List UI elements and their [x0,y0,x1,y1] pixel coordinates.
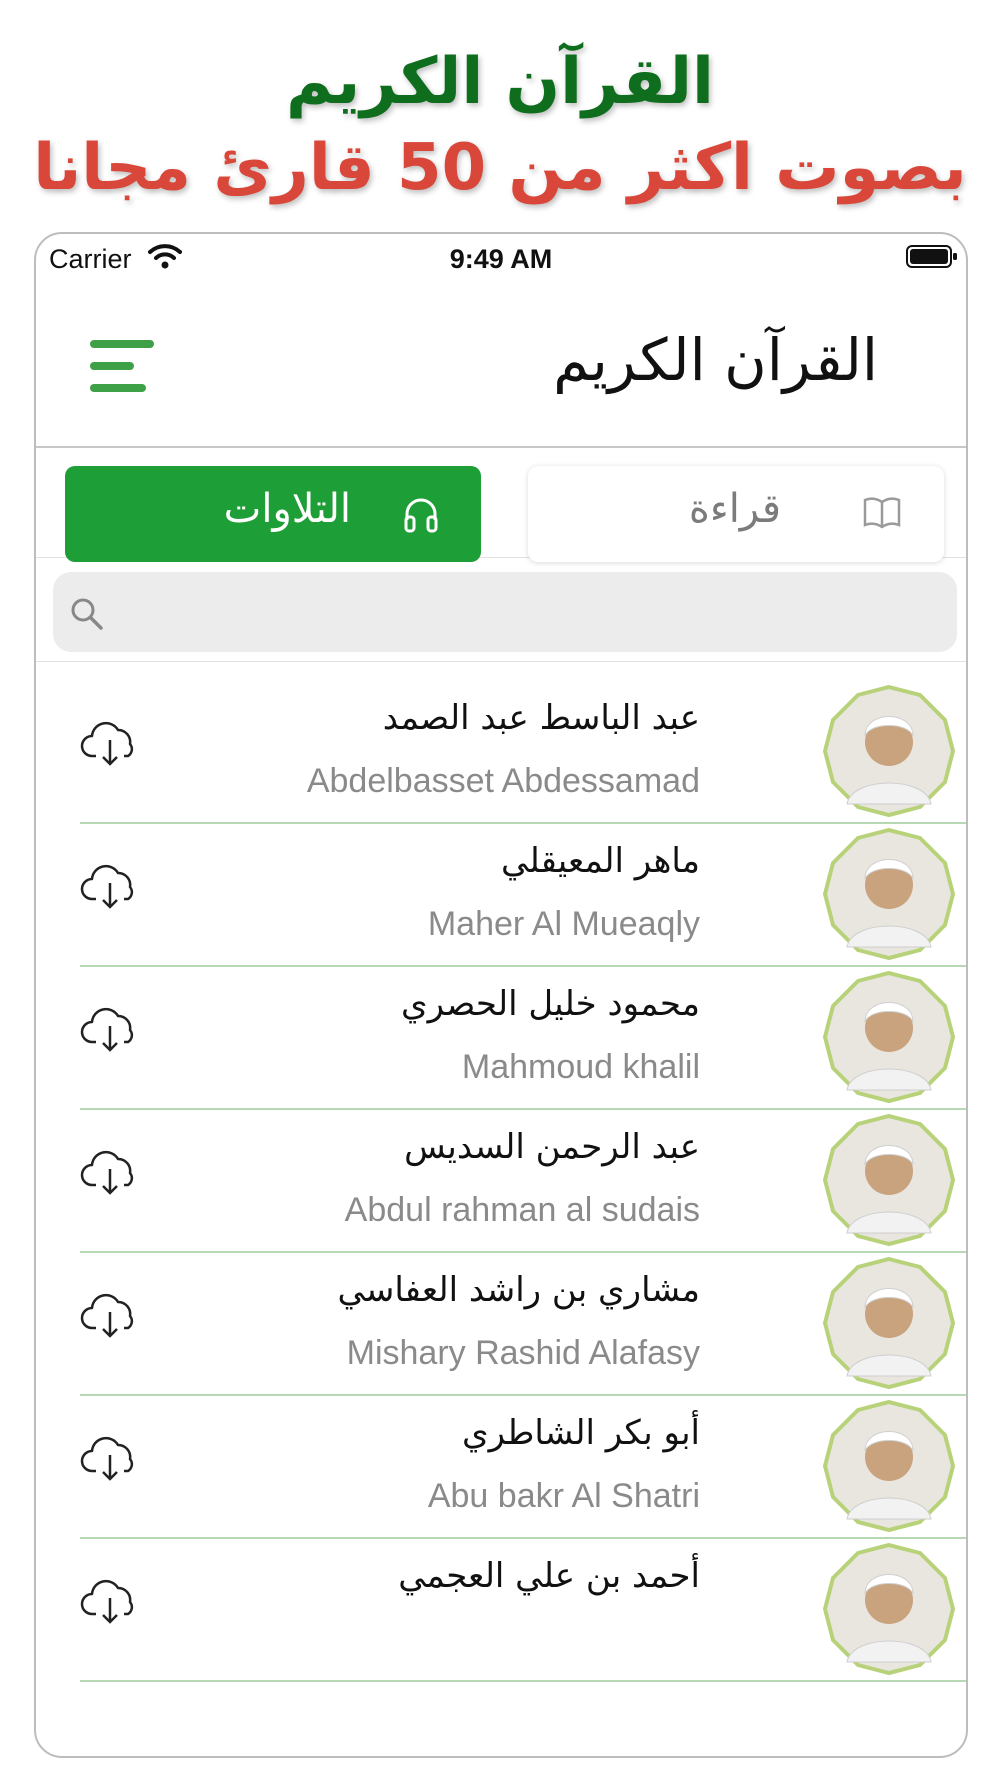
reciter-avatar[interactable] [822,684,956,818]
tab-recitations[interactable]: التلاوات [65,466,481,562]
reciter-name-arabic: محمود خليل الحصري [400,984,700,1024]
reciter-avatar[interactable] [822,1113,956,1247]
reciter-row[interactable]: أبو بكر الشاطري Abu bakr Al Shatri [36,1377,966,1539]
cloud-download-icon[interactable] [80,1004,140,1056]
reciter-avatar[interactable] [822,1256,956,1390]
cloud-download-icon[interactable] [80,1433,140,1485]
reciter-name-arabic: ماهر المعيقلي [501,841,700,881]
reciter-name-english: Abdelbasset Abdessamad [306,762,700,800]
battery-icon [906,244,958,269]
promo-header: القرآن الكريم بصوت اكثر من 50 قارئ مجانا [0,0,1000,230]
navigation-bar: القرآن الكريم [36,290,966,448]
tab-reading-label: قراءة [688,486,781,532]
reciter-row[interactable]: محمود خليل الحصري Mahmoud khalil [36,948,966,1110]
reciter-avatar[interactable] [822,970,956,1104]
headphones-icon [401,494,441,538]
status-bar: Carrier 9:49 AM [36,234,966,290]
reciter-row[interactable]: أحمد بن علي العجمي [36,1520,966,1682]
cloud-download-icon[interactable] [80,1147,140,1199]
cloud-download-icon[interactable] [80,718,140,770]
reciter-name-arabic: مشاري بن راشد العفاسي [337,1270,701,1310]
reciter-avatar[interactable] [822,1399,956,1533]
search-input[interactable] [123,572,943,652]
cloud-download-icon[interactable] [80,1290,140,1342]
reciter-name-english: Mahmoud khalil [461,1048,700,1086]
reciter-avatar[interactable] [822,827,956,961]
tab-recitations-label: التلاوات [223,486,351,532]
row-divider [80,1680,966,1682]
phone-screen: Carrier 9:49 AM القرآن الكريم التلاوات ق… [34,232,968,1758]
reciter-name-english: Mishary Rashid Alafasy [346,1334,700,1372]
promo-subtitle: بصوت اكثر من 50 قارئ مجانا [33,131,967,205]
reciter-name-english: Abu bakr Al Shatri [427,1477,700,1515]
reciter-name-arabic: عبد الرحمن السديس [404,1127,700,1167]
reciter-avatar[interactable] [822,1542,956,1676]
reciter-name-arabic: عبد الباسط عبد الصمد [382,698,700,738]
reciter-name-english: Maher Al Mueaqly [427,905,700,943]
reciter-row[interactable]: عبد الرحمن السديس Abdul rahman al sudais [36,1091,966,1253]
search-area [36,558,966,662]
reciter-name-arabic: أحمد بن علي العجمي [398,1556,700,1596]
hamburger-menu-icon[interactable] [90,340,156,396]
cloud-download-icon[interactable] [80,861,140,913]
reciter-row[interactable]: ماهر المعيقلي Maher Al Mueaqly [36,805,966,967]
reciter-row[interactable]: مشاري بن راشد العفاسي Mishary Rashid Ala… [36,1234,966,1396]
reciter-name-english: Abdul rahman al sudais [344,1191,700,1229]
tab-reading[interactable]: قراءة [528,466,944,562]
search-icon [69,596,105,636]
cloud-download-icon[interactable] [80,1576,140,1628]
search-bar[interactable] [53,572,957,652]
reciter-name-arabic: أبو بكر الشاطري [461,1413,700,1453]
status-time: 9:49 AM [449,244,553,274]
promo-title: القرآن الكريم [286,45,714,119]
segmented-control: التلاوات قراءة [36,448,966,562]
book-icon [862,494,902,534]
page-title: القرآن الكريم [553,326,878,394]
reciter-row[interactable]: عبد الباسط عبد الصمد Abdelbasset Abdessa… [36,662,966,824]
